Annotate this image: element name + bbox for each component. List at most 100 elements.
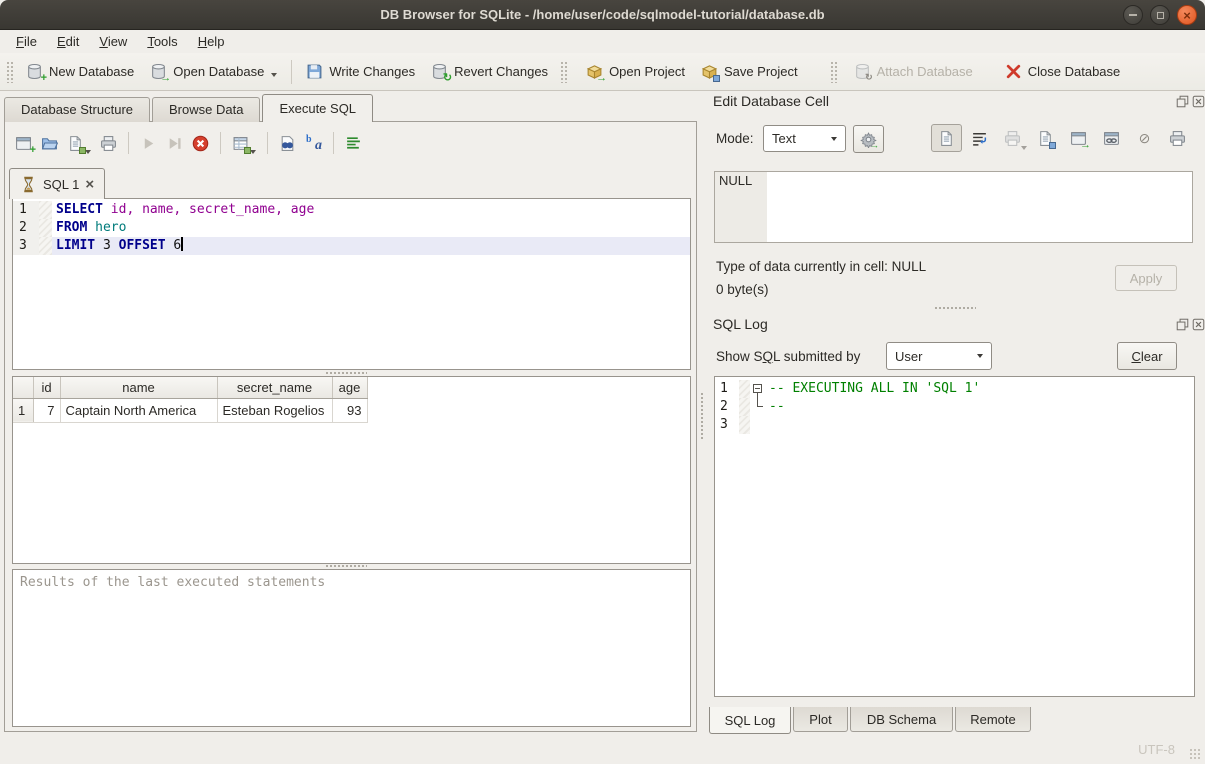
toolbar-grip: [830, 61, 838, 83]
mode-select[interactable]: Text: [763, 125, 846, 152]
copy-link-button[interactable]: [1096, 124, 1127, 152]
resize-grip[interactable]: [1189, 748, 1202, 761]
line-number: 2: [715, 398, 739, 416]
menu-help[interactable]: Help: [188, 31, 235, 52]
open-database-dropdown-icon[interactable]: [271, 73, 277, 77]
menu-tools[interactable]: Tools: [137, 31, 187, 52]
results-message-box: Results of the last executed statements: [12, 569, 691, 727]
gear-icon: →: [860, 131, 877, 148]
sql-log-filter-select[interactable]: User: [886, 342, 992, 370]
new-sql-tab-button[interactable]: +: [15, 135, 32, 152]
find-text-button[interactable]: [279, 135, 296, 152]
window-controls: ×: [1123, 5, 1197, 25]
open-sql-file-button[interactable]: [41, 135, 58, 152]
column-header-name[interactable]: name: [60, 377, 217, 398]
sql-document-tab[interactable]: SQL 1 ×: [9, 168, 105, 199]
column-header-secret-name[interactable]: secret_name: [217, 377, 332, 398]
open-external-button[interactable]: →: [1063, 124, 1094, 152]
autocomplete-button[interactable]: ba: [305, 135, 322, 152]
toolbar-grip: [6, 61, 14, 83]
format-sql-button[interactable]: [345, 135, 362, 152]
write-changes-button[interactable]: Write Changes: [298, 58, 423, 85]
print-cell-button[interactable]: [1162, 124, 1193, 152]
save-project-button[interactable]: Save Project: [693, 58, 806, 85]
menu-view[interactable]: View: [89, 31, 137, 52]
column-header-id[interactable]: id: [33, 377, 60, 398]
tab-sql-log[interactable]: SQL Log: [709, 707, 791, 734]
tab-plot[interactable]: Plot: [793, 707, 848, 732]
editor-line: 2FROM hero: [13, 219, 690, 237]
execute-all-button: [140, 135, 157, 152]
row-number[interactable]: 1: [13, 398, 33, 422]
cell-secret-name[interactable]: Esteban Rogelios: [217, 398, 332, 422]
corner-header[interactable]: [13, 377, 33, 398]
table-row: 1 7 Captain North America Esteban Rogeli…: [13, 398, 367, 422]
open-project-button[interactable]: → Open Project: [578, 58, 693, 85]
close-button[interactable]: ×: [1177, 5, 1197, 25]
import-data-button: [997, 124, 1028, 152]
import-dropdown-icon: [1021, 146, 1027, 150]
tab-database-structure[interactable]: Database Structure: [4, 97, 150, 122]
cell-name[interactable]: Captain North America: [60, 398, 217, 422]
cell-id[interactable]: 7: [33, 398, 60, 422]
export-data-button[interactable]: [1030, 124, 1061, 152]
close-database-icon: [1005, 63, 1022, 80]
menu-edit[interactable]: Edit: [47, 31, 89, 52]
close-panel-icon[interactable]: [1192, 318, 1205, 331]
column-header-age[interactable]: age: [332, 377, 367, 398]
fold-margin: [739, 416, 750, 434]
pane-splitter-handle[interactable]: [700, 392, 705, 440]
filter-value: User: [895, 349, 977, 364]
float-panel-icon[interactable]: [1176, 318, 1189, 331]
tab-db-schema[interactable]: DB Schema: [850, 707, 953, 732]
save-project-icon: [701, 63, 718, 80]
save-sql-file-button[interactable]: [67, 135, 91, 152]
cell-value-area[interactable]: [767, 172, 1192, 242]
cell-value-editor[interactable]: NULL: [714, 171, 1193, 243]
printer-icon: [100, 135, 117, 152]
new-database-button[interactable]: + New Database: [18, 58, 142, 85]
tab-execute-sql[interactable]: Execute SQL: [262, 94, 373, 122]
log-text: --: [767, 398, 1194, 416]
minimize-button[interactable]: [1123, 5, 1143, 25]
tab-remote[interactable]: Remote: [955, 707, 1031, 732]
editor-line: 1SELECT id, name, secret_name, age: [13, 201, 690, 219]
stop-icon: [192, 135, 209, 152]
close-panel-icon[interactable]: [1192, 95, 1205, 108]
tab-browse-data[interactable]: Browse Data: [152, 97, 260, 122]
cell-age[interactable]: 93: [332, 398, 367, 422]
write-changes-icon: [306, 63, 323, 80]
export-results-button[interactable]: [232, 135, 256, 152]
text-document-icon: [938, 130, 955, 147]
sql-code-editor[interactable]: 1SELECT id, name, secret_name, age 2FROM…: [12, 198, 691, 370]
encoding-indicator[interactable]: UTF-8: [1138, 742, 1175, 757]
sql-tab-label: SQL 1: [43, 177, 79, 192]
stop-execution-button[interactable]: [192, 135, 209, 152]
printer-icon: [1169, 130, 1186, 147]
text-mode-button[interactable]: [931, 124, 962, 152]
menu-file[interactable]: File: [6, 31, 47, 52]
word-wrap-button[interactable]: [964, 124, 995, 152]
open-database-button[interactable]: → Open Database: [142, 58, 285, 85]
sql-log-view[interactable]: 1-- EXECUTING ALL IN 'SQL 1' 2-- 3: [714, 376, 1195, 697]
new-tab-icon: +: [15, 135, 32, 152]
line-number: 1: [715, 380, 739, 398]
fold-margin: [39, 201, 52, 219]
clear-log-button[interactable]: Clear: [1117, 342, 1177, 370]
fold-margin: [739, 380, 750, 398]
maximize-button[interactable]: [1150, 5, 1170, 25]
toolbar-separator: [267, 132, 268, 154]
hourglass-icon: [20, 176, 37, 193]
close-tab-icon[interactable]: ×: [85, 177, 94, 192]
fold-collapse-icon[interactable]: [753, 384, 762, 393]
toolbar-separator: [291, 60, 292, 84]
close-database-button[interactable]: Close Database: [997, 58, 1129, 85]
open-project-icon: →: [586, 63, 603, 80]
results-grid: id name secret_name age 1 7 Captain Nort…: [12, 376, 691, 564]
float-panel-icon[interactable]: [1176, 95, 1189, 108]
auto-switch-mode-button[interactable]: →: [853, 125, 884, 153]
print-sql-button[interactable]: [100, 135, 117, 152]
revert-changes-button[interactable]: ↻ Revert Changes: [423, 58, 556, 85]
dock-splitter-handle[interactable]: [934, 306, 976, 311]
menubar: File Edit View Tools Help: [0, 30, 1205, 53]
